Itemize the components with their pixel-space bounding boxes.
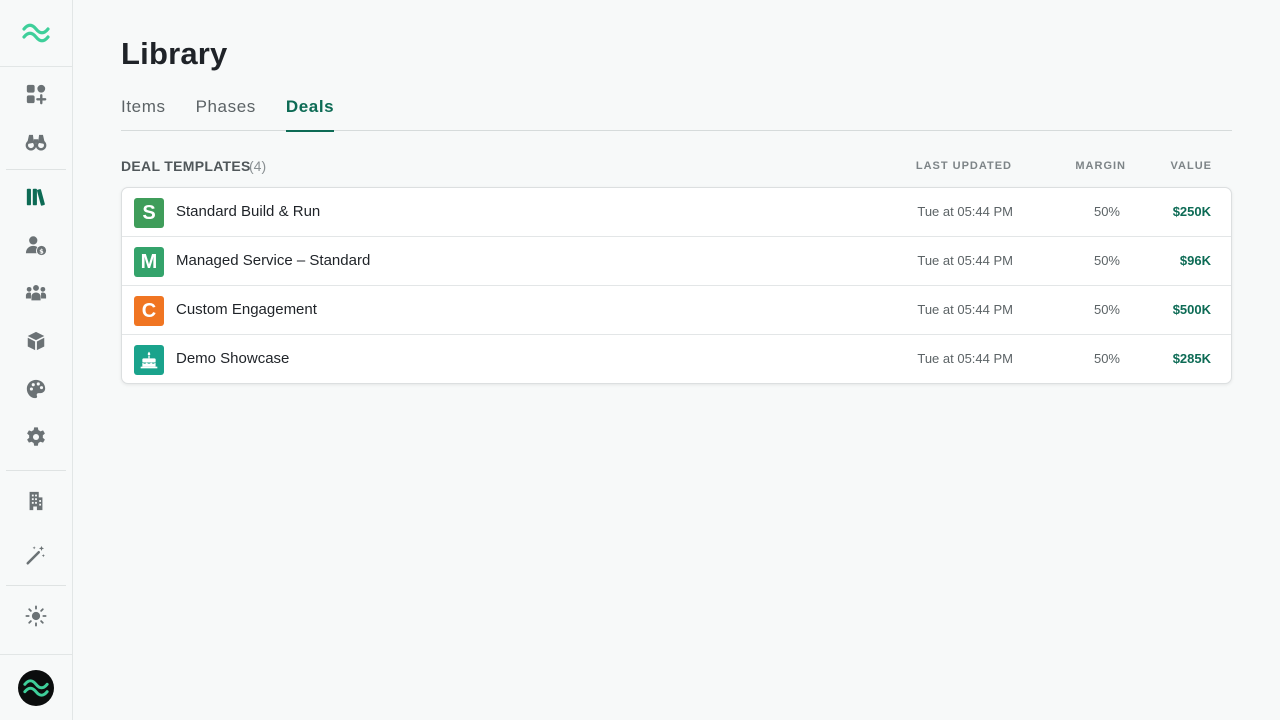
nav-explore[interactable]	[18, 124, 54, 160]
sidebar-footer	[0, 654, 72, 720]
deal-badge: C	[134, 296, 164, 326]
deal-name: Standard Build & Run	[176, 203, 321, 220]
page-title: Library	[121, 36, 228, 71]
deal-margin: 50%	[1093, 253, 1120, 268]
building-icon	[29, 491, 43, 511]
deal-value: $285K	[1172, 351, 1211, 366]
deal-margin: 50%	[1093, 302, 1120, 317]
deal-last-updated: Tue at 05:44 PM	[917, 253, 1013, 268]
deal-value: $250K	[1172, 204, 1211, 219]
tab-deals[interactable]: Deals	[285, 96, 335, 132]
deal-margin: 50%	[1093, 204, 1120, 219]
tab-phases[interactable]: Phases	[196, 96, 256, 131]
deal-templates-header: DEAL TEMPLATES (4) LAST UPDATED MARGIN V…	[121, 157, 1232, 177]
table-row[interactable]: M Managed Service – Standard Tue at 05:4…	[122, 237, 1231, 286]
sidebar-divider	[6, 169, 66, 170]
app-logo[interactable]	[0, 0, 72, 67]
palette-icon	[26, 379, 46, 399]
deal-name: Custom Engagement	[176, 301, 317, 318]
deal-templates-list: S Standard Build & Run Tue at 05:44 PM 5…	[121, 187, 1232, 384]
apps-add-icon	[26, 84, 47, 105]
nav-settings[interactable]	[18, 419, 54, 455]
svg-text:$: $	[39, 247, 44, 255]
column-header-value[interactable]: VALUE	[1171, 160, 1212, 172]
library-icon	[26, 188, 45, 206]
deal-badge: S	[134, 198, 164, 228]
sidebar-divider	[6, 470, 66, 471]
deal-value: $96K	[1179, 253, 1211, 268]
user-dollar-icon: $	[25, 236, 47, 255]
wave-logo-icon	[23, 678, 49, 697]
magic-wand-icon	[26, 545, 45, 565]
column-header-last-updated[interactable]: LAST UPDATED	[916, 160, 1012, 172]
gear-icon	[27, 427, 45, 446]
table-row[interactable]: Demo Showcase Tue at 05:44 PM 50% $285K	[122, 335, 1231, 383]
wave-logo-icon	[22, 23, 50, 43]
team-icon	[25, 285, 47, 301]
deal-last-updated: Tue at 05:44 PM	[917, 351, 1013, 366]
nav-rates[interactable]: $	[18, 227, 54, 263]
nav-products[interactable]	[18, 323, 54, 359]
deal-last-updated: Tue at 05:44 PM	[917, 204, 1013, 219]
deal-badge	[134, 345, 164, 375]
theme-toggle[interactable]	[18, 598, 54, 634]
sidebar-divider	[6, 585, 66, 586]
column-header-margin[interactable]: MARGIN	[1075, 160, 1126, 172]
section-count: (4)	[249, 158, 267, 174]
deal-margin: 50%	[1093, 351, 1120, 366]
nav-branding[interactable]	[18, 371, 54, 407]
table-row[interactable]: C Custom Engagement Tue at 05:44 PM 50% …	[122, 286, 1231, 335]
nav-team[interactable]	[18, 275, 54, 311]
table-row[interactable]: S Standard Build & Run Tue at 05:44 PM 5…	[122, 188, 1231, 237]
nav-library[interactable]	[18, 179, 54, 215]
nav-apps[interactable]	[18, 76, 54, 112]
nav-ai[interactable]	[18, 537, 54, 573]
nav-organization[interactable]	[18, 483, 54, 519]
avatar[interactable]	[18, 669, 54, 706]
sidebar: $	[0, 0, 73, 720]
deal-badge: M	[134, 247, 164, 277]
cake-icon	[140, 351, 158, 369]
deal-value: $500K	[1172, 302, 1211, 317]
tab-bar: Items Phases Deals	[121, 96, 1232, 132]
sun-icon	[25, 605, 47, 627]
deal-name: Managed Service – Standard	[176, 252, 371, 269]
deal-name: Demo Showcase	[176, 350, 290, 367]
binoculars-icon	[25, 134, 47, 151]
box-icon	[27, 331, 45, 351]
section-title: DEAL TEMPLATES	[121, 158, 251, 174]
deal-last-updated: Tue at 05:44 PM	[917, 302, 1013, 317]
tab-items[interactable]: Items	[121, 96, 166, 131]
